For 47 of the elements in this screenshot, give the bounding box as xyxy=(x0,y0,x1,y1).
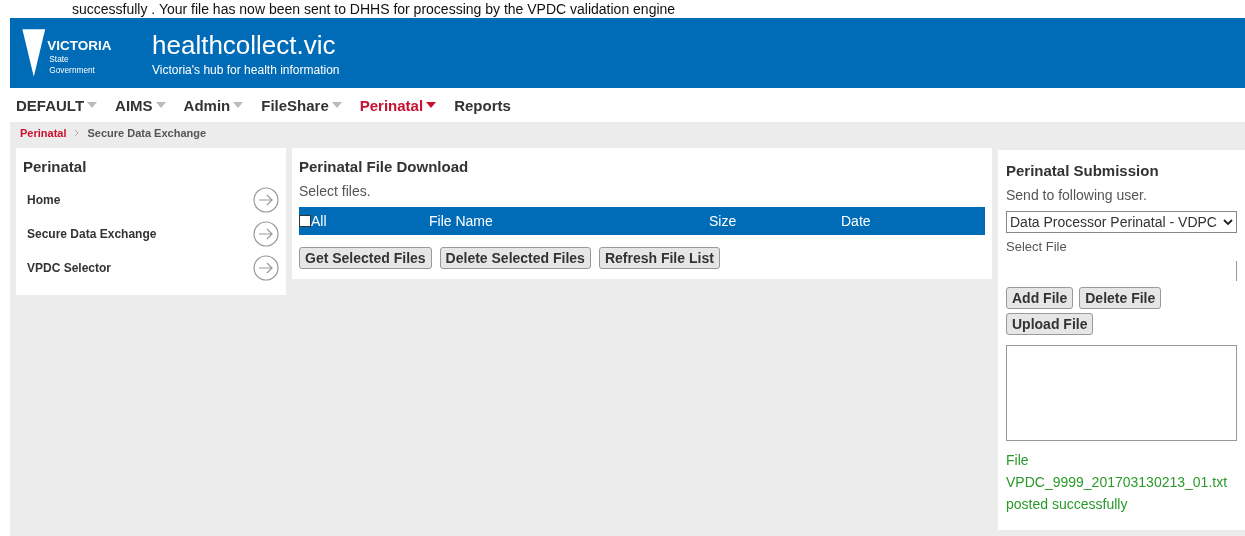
field-label: Select File xyxy=(1006,239,1068,255)
nav-menu-item[interactable]: Admin xyxy=(183,96,244,114)
upload-button[interactable]: Upload File xyxy=(1006,313,1094,335)
status-message: File xyxy=(1006,451,1030,470)
notice-text: successfully . Your file has now been sent to DHHS for processing by the VPDC validation engine xyxy=(72,1,676,17)
file-button[interactable]: Delete File xyxy=(1079,287,1162,309)
file-button[interactable]: Add File xyxy=(1006,287,1074,309)
breadcrumb-current: Secure Data Exchange xyxy=(87,127,207,139)
status-message: posted successfully xyxy=(1006,495,1129,514)
nav-menu-item[interactable]: FileShare xyxy=(261,96,342,114)
caret-icon xyxy=(155,102,166,108)
sidebar-item[interactable]: Home xyxy=(23,183,279,217)
site-tagline: Victoria's hub for health information xyxy=(152,62,340,77)
column-header: Date xyxy=(841,213,872,229)
nav-menu-item[interactable]: DEFAULT xyxy=(16,96,98,114)
status-message: VPDC_9999_201703130213_01.txt xyxy=(1006,473,1229,492)
panel-title: Perinatal xyxy=(23,158,88,175)
column-header: File Name xyxy=(429,213,494,229)
hint-text: Select files. xyxy=(299,183,372,199)
checkbox[interactable] xyxy=(299,215,311,227)
column-header: All xyxy=(311,213,327,229)
action-button[interactable]: Get Selected Files xyxy=(299,247,432,269)
arrow-circle-icon xyxy=(253,255,279,281)
nav-menu-item[interactable]: Perinatal xyxy=(359,96,437,114)
caret-icon xyxy=(233,102,244,108)
action-button[interactable]: Delete Selected Files xyxy=(439,247,591,269)
arrow-circle-icon xyxy=(253,221,279,247)
column-header: Size xyxy=(709,213,738,229)
field-label: Send to following user. xyxy=(1006,187,1148,203)
nav-menu-item[interactable]: Reports xyxy=(454,96,511,114)
site-title: healthcollect.vic xyxy=(152,29,337,61)
sidebar-item[interactable]: VPDC Selector xyxy=(23,251,279,285)
breadcrumb-link[interactable]: Perinatal xyxy=(20,127,67,139)
caret-icon xyxy=(331,102,342,108)
arrow-circle-icon xyxy=(253,187,279,213)
panel-title: Perinatal File Download xyxy=(299,158,470,175)
sidebar-item[interactable]: Secure Data Exchange xyxy=(23,217,279,251)
user-select[interactable]: Data Processor Perinatal - VDPC xyxy=(1006,211,1237,233)
caret-icon xyxy=(426,102,437,108)
chevron-down-icon xyxy=(1223,218,1233,226)
text-area[interactable] xyxy=(1006,345,1237,441)
victoria-logo: VICTORIA State Government xyxy=(18,25,118,81)
panel-title: Perinatal Submission xyxy=(1006,162,1160,179)
action-button[interactable]: Refresh File List xyxy=(598,247,720,269)
chevron-right-icon xyxy=(74,129,80,137)
caret-icon xyxy=(87,102,98,108)
nav-menu-item[interactable]: AIMS xyxy=(115,96,166,114)
